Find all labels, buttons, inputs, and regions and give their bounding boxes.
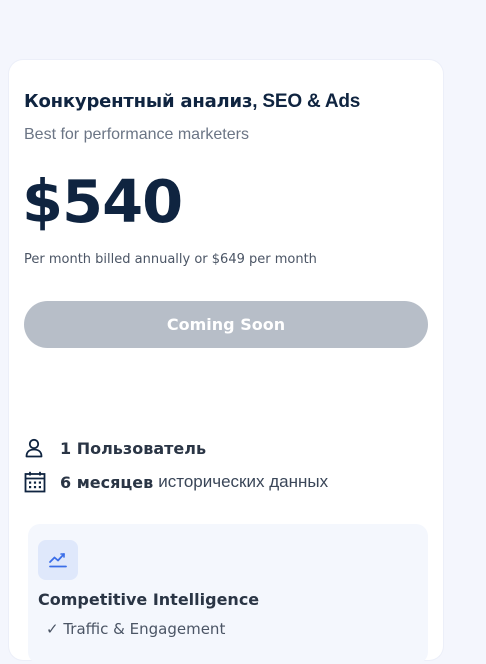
- plan-price: $540: [22, 167, 183, 236]
- plan-title-suffix: , SEO & Ads: [252, 91, 361, 112]
- module-item: ✓ Traffic & Engagement: [46, 620, 226, 638]
- trend-chart-icon: [38, 540, 78, 580]
- module-competitive-intelligence: Competitive Intelligence ✓ Traffic & Eng…: [28, 524, 428, 664]
- plan-subtitle: Best for performance marketers: [24, 126, 249, 143]
- feature-users: 1 Пользователь: [24, 436, 211, 460]
- calendar-icon: [24, 470, 50, 494]
- plan-title-main: Конкурентный анализ: [24, 91, 253, 112]
- module-item-label: Traffic & Engagement: [63, 620, 226, 638]
- coming-soon-button[interactable]: Coming Soon: [24, 301, 428, 348]
- feature-users-label: 1 Пользователь: [60, 438, 207, 458]
- pricing-card: Конкурентный анализ, SEO & Ads Best for …: [9, 60, 443, 664]
- user-icon: [24, 436, 50, 460]
- feature-history-label: 6 месяцев: [60, 472, 154, 492]
- module-title: Competitive Intelligence: [38, 590, 260, 609]
- feature-history-rest: исторических данных: [158, 472, 329, 491]
- plan-title: Конкурентный анализ, SEO & Ads: [24, 91, 360, 113]
- billing-note: Per month billed annually or $649 per mo…: [24, 252, 317, 267]
- feature-history: 6 месяцев исторических данных: [24, 470, 328, 494]
